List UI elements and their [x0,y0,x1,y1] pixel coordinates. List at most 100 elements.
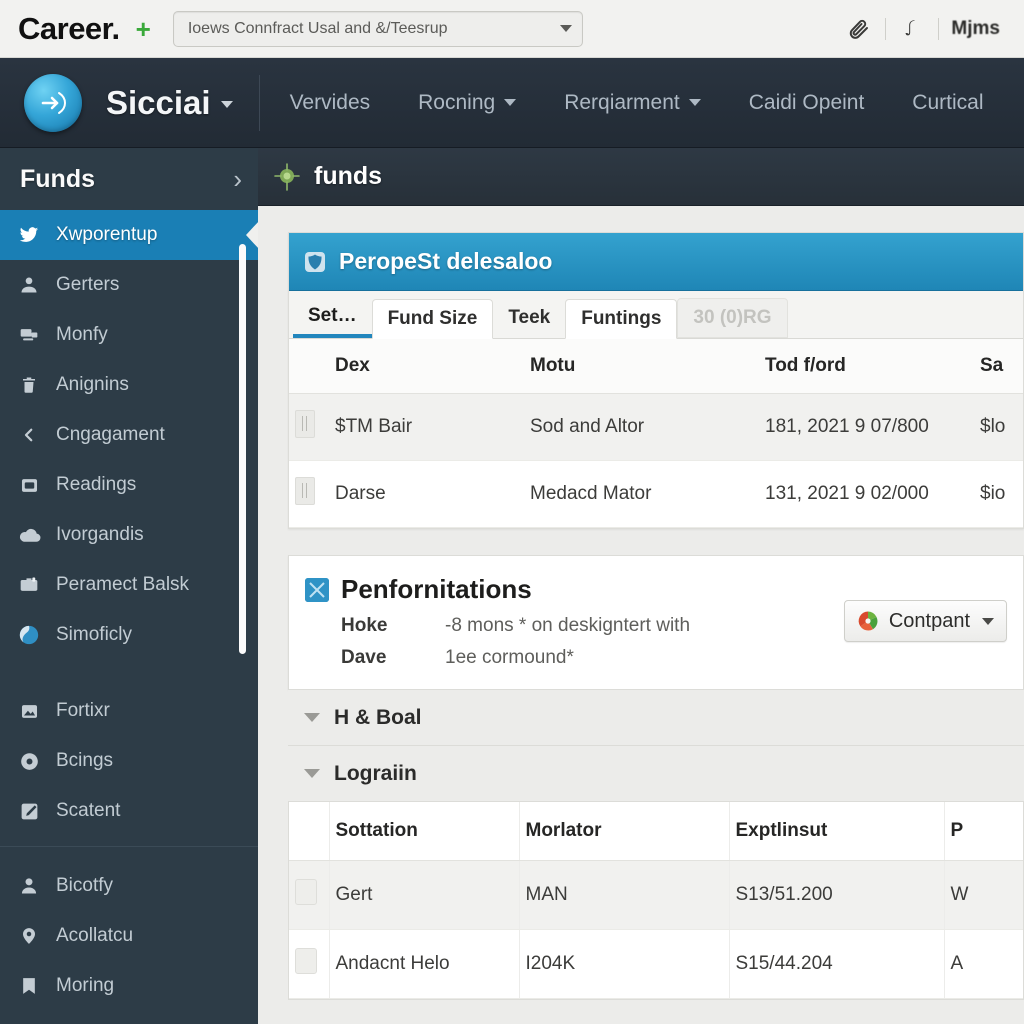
sidebar-divider [0,846,258,847]
sidebar-item-label: Acollatcu [56,925,134,946]
tab-set[interactable]: Set… [293,298,372,338]
globe-icon [14,622,44,648]
cell-motu: Sod and Altor [524,393,759,461]
cloud-icon [14,522,44,548]
accordion-lograiin[interactable]: Lograiin [288,746,1024,802]
trash-icon [14,372,44,398]
drag-handle-icon[interactable] [295,477,315,505]
user-menu-label[interactable]: Mjms [943,18,1008,40]
column-header-handle[interactable] [289,802,330,861]
performance-key: Dave [341,647,387,668]
nav-items: Vervides Rocning Rerqiarment Caidi Opein… [266,91,1024,115]
sidebar-item-cngagament[interactable]: Cngagament [0,410,258,460]
sidebar-item-readings[interactable]: Readings [0,460,258,510]
sidebar-item-scatent[interactable]: Scatent [0,786,258,836]
sidebar-item-anignins[interactable]: Anignins [0,360,258,410]
nav-brand[interactable]: Sicciai [106,84,233,122]
column-header-dex[interactable]: Dex [329,339,524,394]
column-header-sa[interactable]: Sa [974,339,1023,394]
contpant-dropdown-button[interactable]: Contpant [843,600,1007,642]
shield-icon [303,250,327,274]
sidebar-item-ivorgandis[interactable]: Ivorgandis [0,510,258,560]
column-header-sottation[interactable]: Sottation [329,802,520,861]
bird-icon [14,222,44,248]
tab-teek[interactable]: Teek [493,298,565,338]
address-bar[interactable]: Ioews Connfract Usal and &/Teesrup [172,10,583,47]
table-row[interactable]: Andacnt Helo I204K S15/44.204 A [289,929,1023,999]
cell-exptlinsut: S13/51.200 [729,860,945,930]
sidebar-item-acollatcu[interactable]: Acollatcu [0,911,258,961]
table-row[interactable]: $TM Bair Sod and Altor 181, 2021 9 07/80… [289,393,1023,461]
primary-panel: PeropeSt delesaloo Set… Fund Size Teek F… [288,232,1024,529]
sidebar-item-label: Monfy [56,324,108,345]
sidebar-scrollbar-thumb[interactable] [239,244,246,654]
nav-item-curtical[interactable]: Curtical [888,91,1007,115]
chevron-down-icon [304,713,320,722]
nav-brand-label: Sicciai [106,83,211,121]
column-header-tod-fiord[interactable]: Tod f/ord [759,339,974,394]
nav-item-rerqiarment[interactable]: Rerqiarment [540,91,725,115]
nav-item-caidi-opeint[interactable]: Caidi Opeint [725,91,889,115]
chevron-right-icon[interactable]: › [233,166,242,192]
tab-funtings[interactable]: Funtings [565,299,678,339]
table-row[interactable]: Gert MAN S13/51.200 W [289,860,1023,930]
tab-fund-size[interactable]: Fund Size [371,299,494,339]
sidebar-item-xwporentup[interactable]: Xwporentup [0,210,258,260]
sidebar-item-peramect-balsk[interactable]: Peramect Balsk [0,560,258,610]
accordion-h-and-boal[interactable]: H & Boal [288,690,1024,746]
nav-item-label: Curtical [912,90,984,114]
column-header-p[interactable]: P [944,802,1023,861]
nav-item-rocning[interactable]: Rocning [394,91,540,115]
paperclip-icon[interactable] [837,9,881,49]
column-header-exptlinsut[interactable]: Exptlinsut [729,802,945,861]
sidebar-item-moring[interactable]: Moring [0,961,258,1011]
performance-value: 1ee cormound* [445,647,574,668]
drag-handle-icon[interactable] [295,948,317,974]
colorwheel-icon [857,610,879,632]
cell-sottation: Gert [329,860,520,930]
contpant-button-label: Contpant [888,609,970,632]
sidebar-item-monfy[interactable]: Monfy [0,310,258,360]
row-drag-handle[interactable] [289,460,329,528]
nav-divider [258,74,260,131]
sidebar-item-bcings[interactable]: Bcings [0,736,258,786]
sidebar-item-label: Simoficly [56,624,133,645]
cell-p: W [944,860,1023,930]
new-tab-button[interactable]: + [136,16,151,42]
sidebar-header[interactable]: Funds › [0,148,258,210]
nav-item-label: Caidi Opeint [748,90,865,114]
sidebar-item-bicotfy[interactable]: Bicotfy [0,861,258,911]
table-row[interactable]: Darse Medacd Mator 131, 2021 9 02/000 $i… [289,460,1023,528]
sidebar-item-gerters[interactable]: Gerters [0,260,258,310]
column-header-motu[interactable]: Motu [524,339,759,394]
sidebar-item-label: Anignins [56,374,129,395]
drag-handle-icon[interactable] [295,410,315,438]
drag-handle-icon[interactable] [295,879,317,905]
sidebar: Funds › Xwporentup Gerters Monfy Anignin… [0,148,258,1024]
row-drag-handle[interactable] [289,860,330,930]
row-drag-handle[interactable] [289,393,329,461]
nav-item-label: Vervides [289,90,371,114]
sidebar-gap-1 [0,660,258,686]
column-header-handle[interactable] [289,339,329,394]
bookmark-icon[interactable] [890,9,934,49]
chevron-down-icon[interactable] [559,25,572,32]
performance-row: Dave 1ee cormound* [305,647,832,669]
sidebar-item-label: Xwporentup [56,224,158,245]
user-icon [14,272,44,298]
row-drag-handle[interactable] [289,929,330,999]
address-input[interactable]: Ioews Connfract Usal and &/Teesrup [188,20,554,38]
tab-disabled[interactable]: 30 (0)RG [677,298,788,338]
sidebar-item-fortixr[interactable]: Fortixr [0,686,258,736]
nav-item-vervides[interactable]: Vervides [266,91,395,115]
sidebar-item-label: Bicotfy [56,875,114,896]
app-brand: Career. [18,10,120,46]
sidebar-item-simoficly[interactable]: Simoficly [0,610,258,660]
titlebar-actions: Mjms [837,9,1014,49]
sidebar-item-label: Bcings [56,750,114,771]
column-header-morlator[interactable]: Morlator [519,802,730,861]
cell-p: A [944,929,1023,999]
nav-item-label: Rerqiarment [564,90,680,114]
performance-value: -8 mons * on deskigntert with [445,615,691,636]
inbox-icon [14,472,44,498]
